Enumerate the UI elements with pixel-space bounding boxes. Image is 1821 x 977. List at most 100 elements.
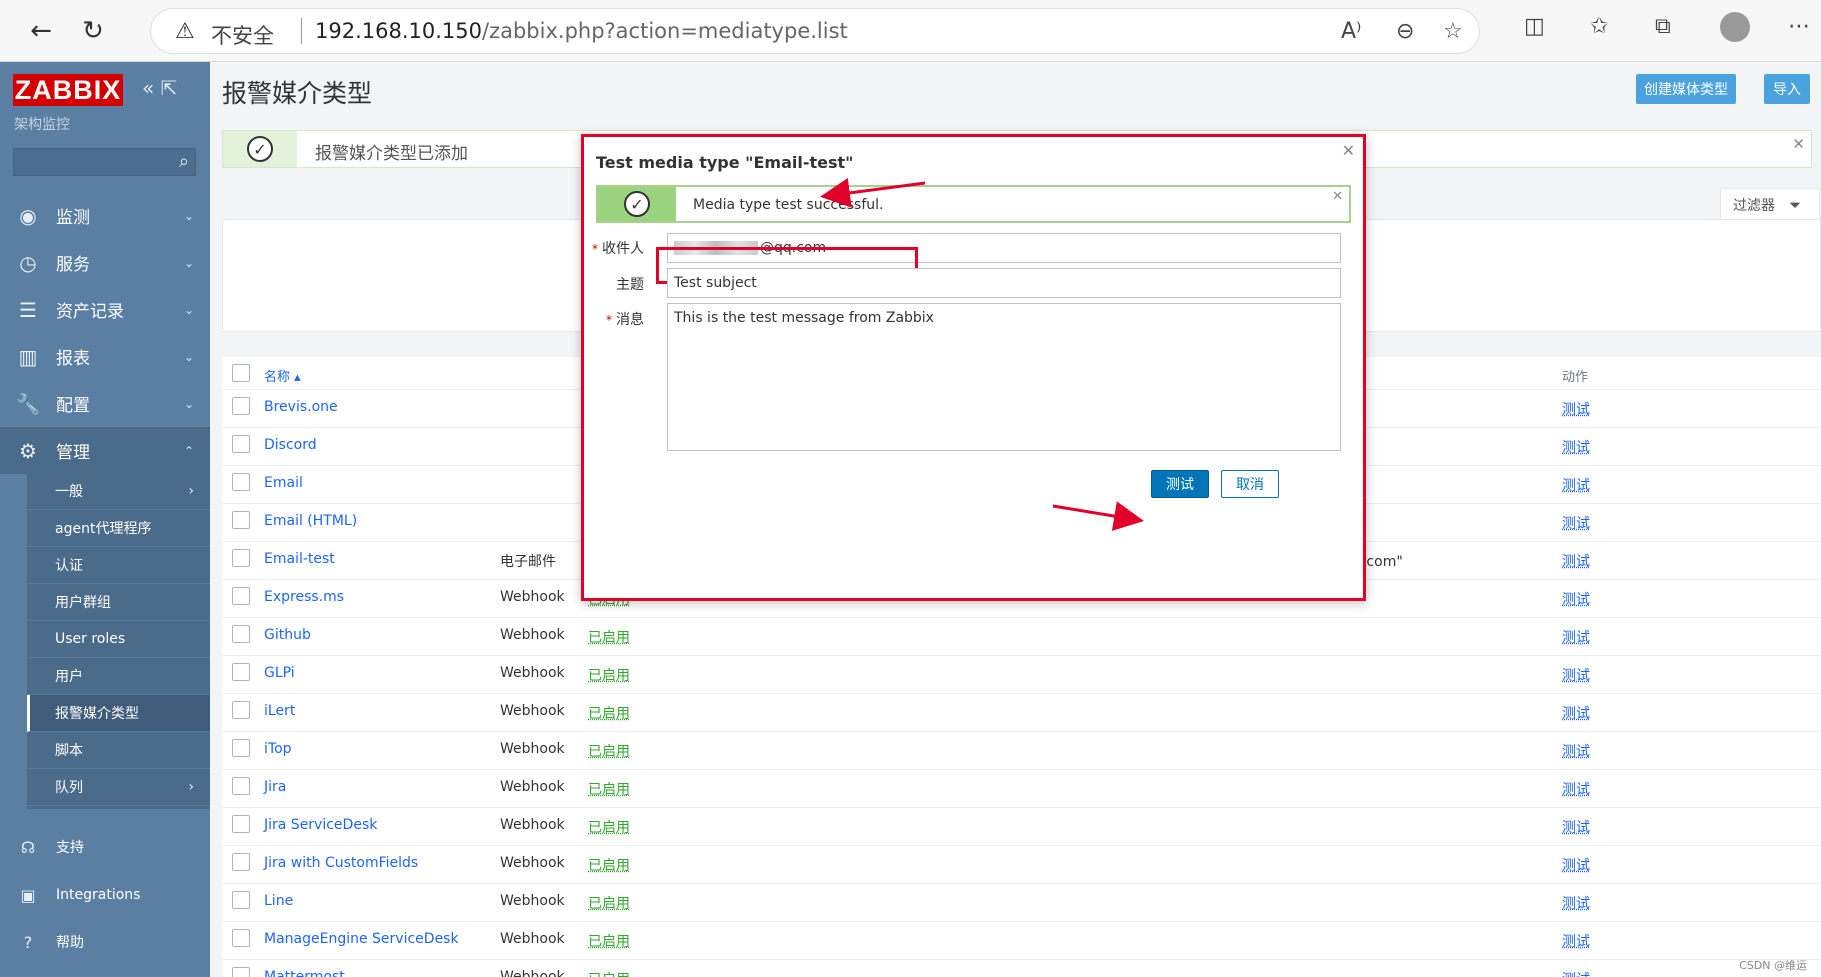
profile-avatar-icon[interactable] xyxy=(1720,12,1750,42)
close-icon[interactable]: ✕ xyxy=(1342,141,1355,160)
test-link[interactable]: 测试 xyxy=(1562,475,1590,495)
collections-icon[interactable]: ⧉ xyxy=(1655,14,1671,39)
status-toggle[interactable]: 已启用 xyxy=(588,665,630,685)
address-bar[interactable]: ⚠ 不安全 192.168.10.150/zabbix.php?action=m… xyxy=(150,8,1480,54)
create-media-type-button[interactable]: 创建媒体类型 xyxy=(1636,74,1736,104)
menu-administration[interactable]: ⚙ 管理 ⌃ xyxy=(0,427,210,474)
filter-tab[interactable]: 过滤器 ⏷ xyxy=(1720,188,1820,220)
search-icon[interactable]: ⌕ xyxy=(179,151,189,172)
row-checkbox[interactable] xyxy=(232,891,250,909)
row-checkbox[interactable] xyxy=(232,397,250,415)
test-link[interactable]: 测试 xyxy=(1562,741,1590,761)
collapse-sidebar-icon[interactable]: « ⇱ xyxy=(142,76,177,100)
media-type-name-link[interactable]: Discord xyxy=(264,437,317,453)
test-link[interactable]: 测试 xyxy=(1562,969,1590,977)
media-type-name-link[interactable]: GLPi xyxy=(264,665,295,681)
zoom-out-icon[interactable]: ⊖ xyxy=(1396,19,1414,44)
reload-icon[interactable]: ↻ xyxy=(74,12,112,50)
cancel-button[interactable]: 取消 xyxy=(1221,470,1279,498)
test-link[interactable]: 测试 xyxy=(1562,627,1590,647)
status-toggle[interactable]: 已启用 xyxy=(588,969,630,977)
test-link[interactable]: 测试 xyxy=(1562,855,1590,875)
row-checkbox[interactable] xyxy=(232,663,250,681)
media-type-name-link[interactable]: Github xyxy=(264,627,311,643)
media-type-name-link[interactable]: Email (HTML) xyxy=(264,513,357,529)
test-link[interactable]: 测试 xyxy=(1562,437,1590,457)
status-toggle[interactable]: 已启用 xyxy=(588,741,630,761)
media-type-name-link[interactable]: Express.ms xyxy=(264,589,344,605)
submenu-proxies[interactable]: agent代理程序 xyxy=(27,510,210,547)
row-checkbox[interactable] xyxy=(232,929,250,947)
test-link[interactable]: 测试 xyxy=(1562,817,1590,837)
menu-integrations[interactable]: ▣ Integrations xyxy=(0,875,210,915)
add-favorite-icon[interactable]: ☆ xyxy=(1443,19,1463,44)
menu-reports[interactable]: ▥ 报表 ⌄ xyxy=(0,333,210,380)
menu-support[interactable]: ☊ 支持 xyxy=(0,827,210,867)
zabbix-logo[interactable]: ZABBIX xyxy=(13,74,123,106)
subject-input[interactable]: Test subject xyxy=(667,268,1341,298)
submenu-user-roles[interactable]: User roles xyxy=(27,621,210,658)
media-type-name-link[interactable]: iTop xyxy=(264,741,292,757)
test-link[interactable]: 测试 xyxy=(1562,931,1590,951)
status-toggle[interactable]: 已启用 xyxy=(588,779,630,799)
favorites-icon[interactable]: ✩ xyxy=(1590,14,1608,39)
submenu-general[interactable]: 一般 › xyxy=(27,473,210,510)
import-button[interactable]: 导入 xyxy=(1764,74,1810,104)
back-icon[interactable]: ← xyxy=(22,12,60,50)
media-type-name-link[interactable]: Email xyxy=(264,475,303,491)
status-toggle[interactable]: 已启用 xyxy=(588,893,630,913)
submenu-media-types[interactable]: 报警媒介类型 xyxy=(27,695,210,732)
submenu-scripts[interactable]: 脚本 xyxy=(27,732,210,769)
test-link[interactable]: 测试 xyxy=(1562,551,1590,571)
media-type-name-link[interactable]: iLert xyxy=(264,703,295,719)
row-checkbox[interactable] xyxy=(232,777,250,795)
menu-inventory[interactable]: ☰ 资产记录 ⌄ xyxy=(0,286,210,333)
media-type-name-link[interactable]: Jira xyxy=(264,779,286,795)
submenu-authentication[interactable]: 认证 xyxy=(27,547,210,584)
status-toggle[interactable]: 已启用 xyxy=(588,817,630,837)
test-link[interactable]: 测试 xyxy=(1562,665,1590,685)
row-checkbox[interactable] xyxy=(232,853,250,871)
test-link[interactable]: 测试 xyxy=(1562,779,1590,799)
read-aloud-icon[interactable]: A⁾ xyxy=(1341,19,1361,44)
more-icon[interactable]: ⋯ xyxy=(1788,14,1810,39)
test-link[interactable]: 测试 xyxy=(1562,703,1590,723)
media-type-name-link[interactable]: Line xyxy=(264,893,293,909)
media-type-name-link[interactable]: Email-test xyxy=(264,551,335,567)
test-link[interactable]: 测试 xyxy=(1562,893,1590,913)
media-type-name-link[interactable]: Jira with CustomFields xyxy=(264,855,418,871)
message-textarea[interactable]: This is the test message from Zabbix xyxy=(667,303,1341,451)
row-checkbox[interactable] xyxy=(232,549,250,567)
media-type-name-link[interactable]: Mattermost xyxy=(264,969,345,977)
sidebar-search-input[interactable]: ⌕ xyxy=(13,148,196,176)
test-link[interactable]: 测试 xyxy=(1562,399,1590,419)
status-toggle[interactable]: 已启用 xyxy=(588,703,630,723)
status-toggle[interactable]: 已启用 xyxy=(588,931,630,951)
name-column-header[interactable]: 名称 ▴ xyxy=(264,366,301,385)
row-checkbox[interactable] xyxy=(232,473,250,491)
test-link[interactable]: 测试 xyxy=(1562,513,1590,533)
row-checkbox[interactable] xyxy=(232,435,250,453)
split-screen-icon[interactable]: ◫ xyxy=(1524,14,1545,39)
status-toggle[interactable]: 已启用 xyxy=(588,855,630,875)
menu-services[interactable]: ◷ 服务 ⌄ xyxy=(0,239,210,286)
row-checkbox[interactable] xyxy=(232,739,250,757)
media-type-name-link[interactable]: Jira ServiceDesk xyxy=(264,817,377,833)
status-toggle[interactable]: 已启用 xyxy=(588,627,630,647)
select-all-checkbox[interactable] xyxy=(232,364,250,382)
menu-help[interactable]: ? 帮助 xyxy=(0,922,210,962)
submenu-users[interactable]: 用户 xyxy=(27,658,210,695)
submenu-queue[interactable]: 队列 › xyxy=(27,769,210,806)
row-checkbox[interactable] xyxy=(232,815,250,833)
row-checkbox[interactable] xyxy=(232,511,250,529)
media-type-name-link[interactable]: Brevis.one xyxy=(264,399,338,415)
test-link[interactable]: 测试 xyxy=(1562,589,1590,609)
menu-monitoring[interactable]: ◉ 监测 ⌄ xyxy=(0,192,210,239)
row-checkbox[interactable] xyxy=(232,967,250,977)
row-checkbox[interactable] xyxy=(232,701,250,719)
row-checkbox[interactable] xyxy=(232,625,250,643)
submenu-user-groups[interactable]: 用户群组 xyxy=(27,584,210,621)
test-button[interactable]: 测试 xyxy=(1151,470,1209,498)
close-icon[interactable]: ✕ xyxy=(1332,189,1343,204)
media-type-name-link[interactable]: ManageEngine ServiceDesk xyxy=(264,931,459,947)
